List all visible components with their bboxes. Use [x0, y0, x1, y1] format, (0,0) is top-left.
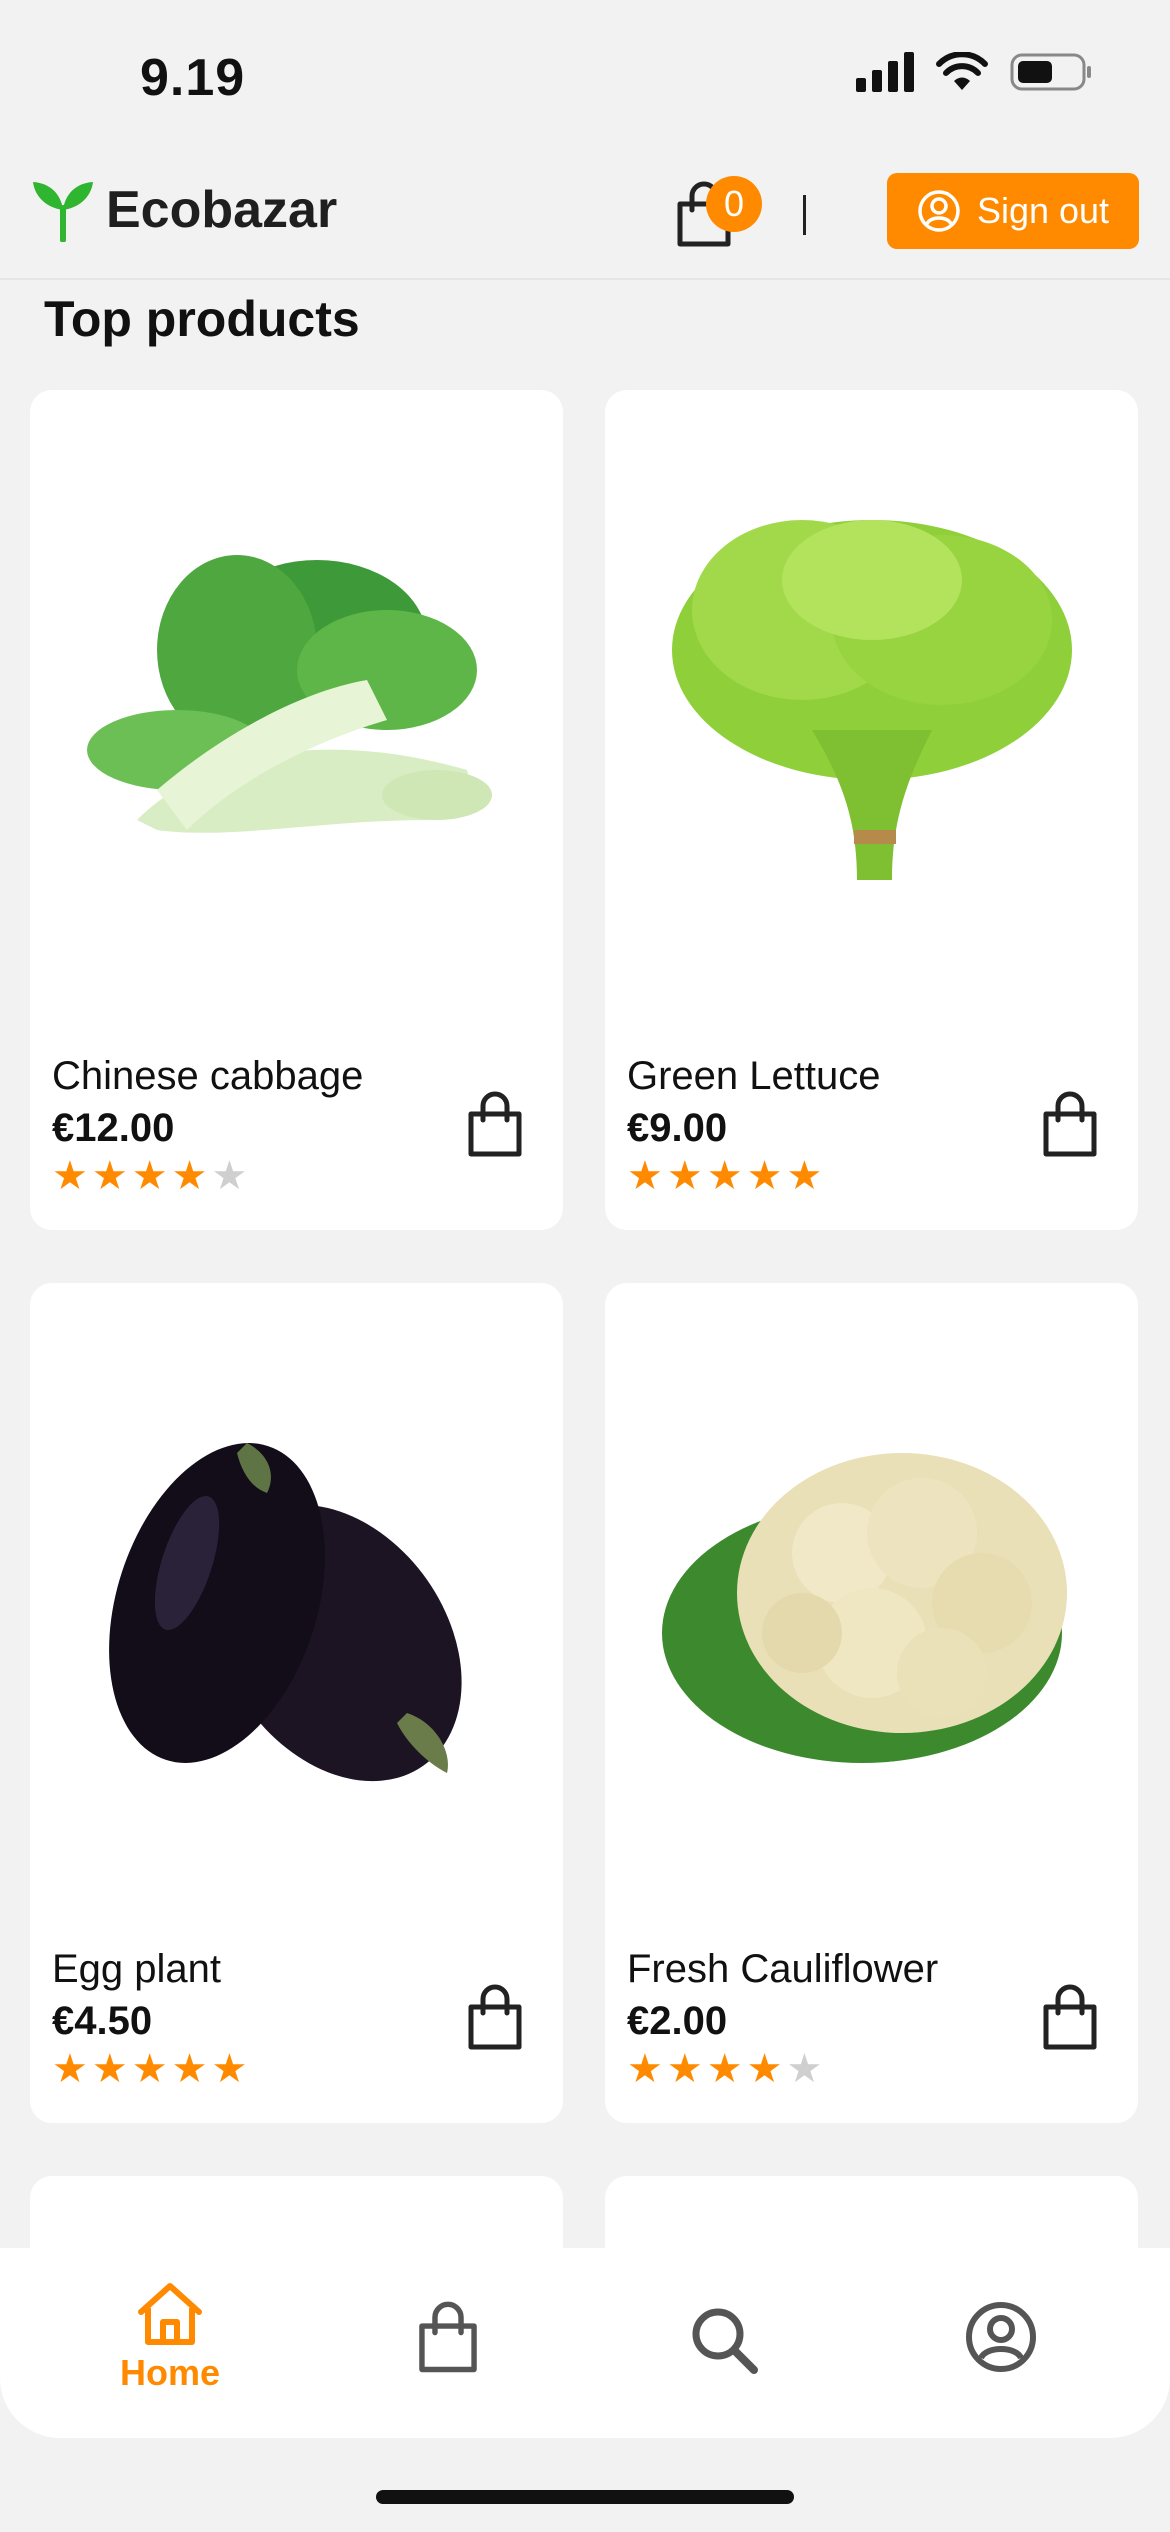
star-icon: ★	[706, 1154, 743, 1198]
product-name: Chinese cabbage	[52, 1054, 364, 1098]
bottom-navigation: Home	[0, 2248, 1170, 2438]
sign-out-label: Sign out	[976, 190, 1110, 231]
status-icons	[856, 52, 1092, 92]
product-card[interactable]: Chinese cabbage €12.00 ★ ★ ★ ★ ★	[30, 390, 563, 1230]
product-rating: ★ ★ ★ ★ ★	[627, 2049, 822, 2089]
product-rating: ★ ★ ★ ★ ★	[52, 2049, 247, 2089]
sign-out-button[interactable]: Sign out	[887, 173, 1139, 249]
header-cart-button[interactable]: 0	[672, 176, 762, 260]
brand-logo[interactable]: Ecobazar	[30, 178, 337, 242]
home-indicator	[376, 2490, 794, 2504]
chinese-cabbage-illustration	[86, 555, 492, 833]
product-price: €12.00	[52, 1106, 175, 1150]
product-image-egg-plant[interactable]	[30, 1283, 563, 1923]
product-card[interactable]: Egg plant €4.50 ★ ★ ★ ★ ★	[30, 1283, 563, 2123]
shopping-bag-icon	[468, 1984, 522, 2050]
star-icon: ★	[52, 2047, 88, 2091]
star-icon: ★	[786, 1154, 823, 1198]
shopping-bag-icon	[419, 2301, 477, 2373]
product-rating: ★ ★ ★ ★ ★	[52, 1156, 247, 1196]
product-card[interactable]: Green Lettuce €9.00 ★ ★ ★ ★ ★	[605, 390, 1138, 1230]
star-icon: ★	[666, 1154, 703, 1198]
green-lettuce-illustration	[671, 520, 1072, 880]
product-image-fresh-cauliflower[interactable]	[605, 1283, 1138, 1923]
app-header: Ecobazar 0 Sign out	[0, 160, 1170, 280]
user-circle-icon	[918, 190, 960, 232]
star-icon: ★	[746, 2047, 783, 2091]
status-bar: 9.19	[0, 0, 1170, 160]
signal-icon	[856, 52, 914, 92]
user-icon	[966, 2302, 1036, 2372]
star-icon: ★	[131, 2047, 168, 2091]
shopping-bag-icon	[1043, 1091, 1097, 1157]
nav-home[interactable]: Home	[100, 2280, 240, 2394]
nav-search[interactable]	[654, 2304, 794, 2376]
brand-name: Ecobazar	[106, 181, 338, 239]
star-icon: ★	[171, 2047, 208, 2091]
fresh-cauliflower-illustration	[661, 1453, 1067, 1763]
nav-cart[interactable]	[378, 2300, 518, 2376]
status-time: 9.19	[140, 49, 246, 107]
product-image-green-lettuce[interactable]	[605, 390, 1138, 1030]
star-icon: ★	[91, 1154, 128, 1198]
star-icon: ★	[91, 2047, 128, 2091]
product-name: Fresh Cauliflower	[627, 1947, 939, 1991]
star-icon: ★	[786, 2047, 823, 2091]
star-icon: ★	[627, 2047, 663, 2091]
product-name: Green Lettuce	[627, 1054, 881, 1098]
wifi-icon	[936, 52, 988, 90]
star-icon: ★	[746, 1154, 783, 1198]
cart-count-badge: 0	[706, 176, 762, 232]
product-image-chinese-cabbage[interactable]	[30, 390, 563, 1030]
home-icon	[138, 2283, 202, 2345]
star-icon: ★	[211, 2047, 248, 2091]
star-icon: ★	[131, 1154, 168, 1198]
star-icon: ★	[706, 2047, 743, 2091]
product-price: €9.00	[627, 1106, 728, 1150]
header-divider	[803, 195, 806, 235]
add-to-cart-button[interactable]	[1035, 1090, 1105, 1160]
product-name: Egg plant	[52, 1947, 222, 1991]
product-price: €4.50	[52, 1999, 153, 2043]
star-icon: ★	[627, 1154, 663, 1198]
add-to-cart-button[interactable]	[1035, 1983, 1105, 2053]
product-price: €2.00	[627, 1999, 728, 2043]
leaf-icon	[33, 182, 93, 242]
add-to-cart-button[interactable]	[460, 1983, 530, 2053]
shopping-bag-icon	[1043, 1984, 1097, 2050]
nav-profile[interactable]	[931, 2300, 1071, 2374]
search-icon	[692, 2308, 758, 2374]
product-rating: ★ ★ ★ ★ ★	[627, 1156, 822, 1196]
egg-plant-illustration	[108, 1443, 462, 1782]
star-icon: ★	[52, 1154, 88, 1198]
product-card[interactable]: Fresh Cauliflower €2.00 ★ ★ ★ ★ ★	[605, 1283, 1138, 2123]
shopping-bag-icon	[468, 1091, 522, 1157]
star-icon: ★	[666, 2047, 703, 2091]
star-icon: ★	[171, 1154, 208, 1198]
star-icon: ★	[211, 1154, 248, 1198]
nav-home-label: Home	[119, 2352, 221, 2393]
section-title: Top products	[44, 291, 360, 347]
battery-icon	[1010, 53, 1091, 91]
add-to-cart-button[interactable]	[460, 1090, 530, 1160]
